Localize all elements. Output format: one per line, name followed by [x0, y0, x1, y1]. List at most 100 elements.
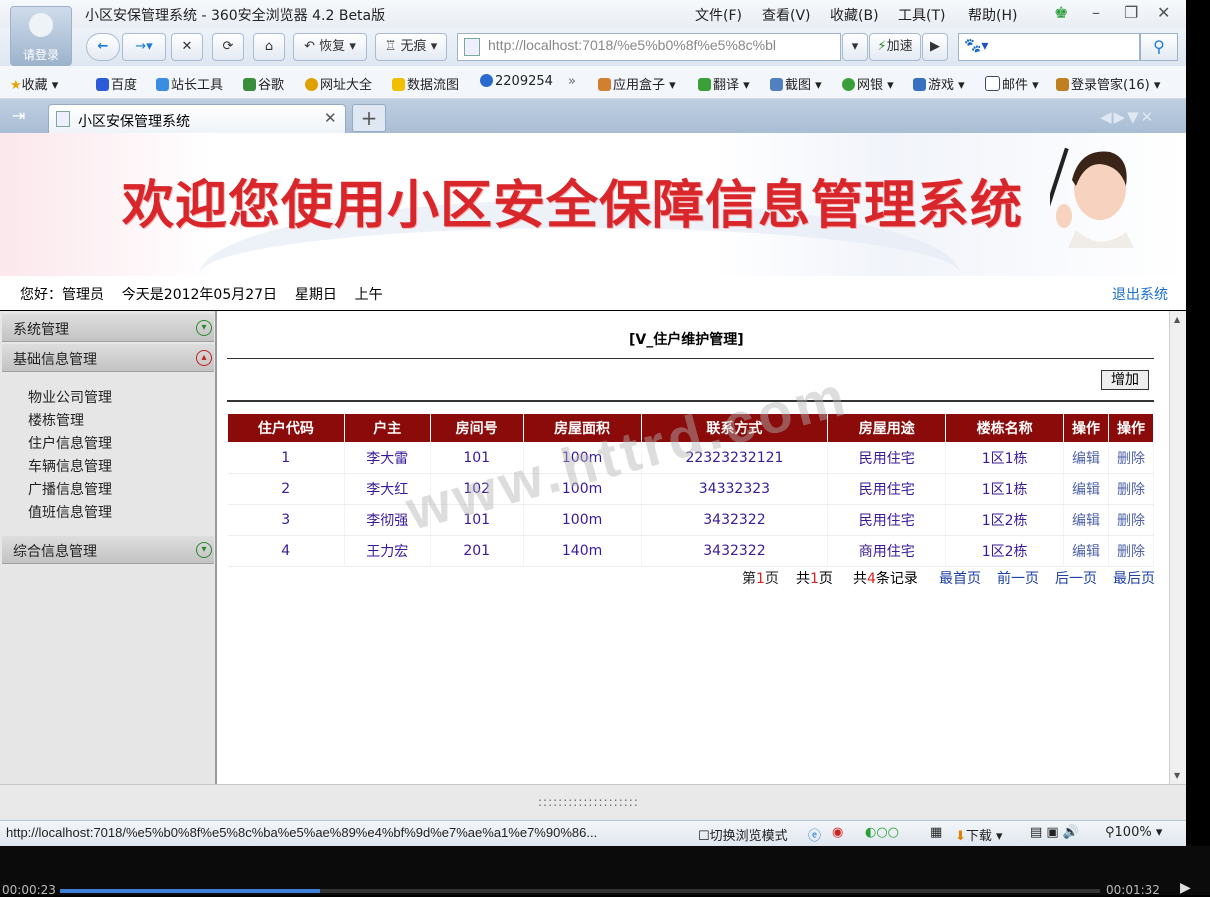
security-icon[interactable]: ◉	[832, 825, 843, 840]
bookmark-screenshot[interactable]: 截图 ▾	[770, 74, 822, 93]
table-cell: 1区2栋	[945, 504, 1065, 536]
restore-label: 恢复	[319, 39, 346, 54]
splitter-handle[interactable]: ::::::::::::::::::::	[538, 795, 639, 809]
bookmark-sites[interactable]: 网址大全	[305, 74, 372, 93]
edit-link[interactable]: 编辑	[1063, 473, 1109, 505]
next-icon[interactable]: ▶	[1180, 880, 1191, 896]
back-button[interactable]: ←	[86, 33, 120, 61]
add-button[interactable]: 增加	[1101, 370, 1149, 390]
scroll-down-icon[interactable]: ▼	[1174, 771, 1180, 780]
url-dropdown-icon[interactable]: ▾	[842, 33, 868, 61]
delete-link[interactable]: 删除	[1108, 473, 1154, 505]
bookmark-bank[interactable]: 网银 ▾	[842, 74, 894, 93]
table-row: 4 王力宏 201 140m 3432322 商用住宅 1区2栋 编辑 删除	[227, 535, 1154, 567]
menu-help[interactable]: 帮助(H)	[968, 5, 1017, 25]
bookmark-games[interactable]: 游戏 ▾	[913, 74, 965, 93]
column-header: 住户代码	[227, 413, 345, 443]
table-cell: 1区1栋	[945, 473, 1065, 505]
collapse-icon[interactable]: ▴	[196, 350, 212, 366]
login-label: 请登录	[22, 48, 59, 62]
new-tab-icon[interactable]: +	[352, 104, 386, 132]
logout-link[interactable]: 退出系统	[1112, 284, 1168, 304]
tools-icon[interactable]: ▦	[930, 825, 942, 840]
expand-icon[interactable]: ▾	[196, 542, 212, 558]
status-icons[interactable]: ▤ ▣ 🔊	[1030, 825, 1079, 840]
page-title: [V_住户维护管理]	[629, 332, 744, 348]
window-title: 小区安保管理系统 - 360安全浏览器 4.2 Beta版	[85, 8, 386, 24]
table-cell: 民用住宅	[827, 473, 947, 505]
bookmark-login-manager[interactable]: 登录管家(16) ▾	[1056, 74, 1160, 93]
go-icon[interactable]: ▶	[922, 33, 948, 61]
user-avatar-login[interactable]: 请登录	[10, 6, 72, 66]
bookmark-mail[interactable]: 邮件 ▾	[985, 74, 1039, 93]
edit-link[interactable]: 编辑	[1063, 504, 1109, 536]
forward-button[interactable]: →▾	[122, 33, 166, 61]
restore-button[interactable]: ↶ 恢复 ▾	[293, 33, 367, 61]
tab-close-icon[interactable]: ✕	[324, 109, 337, 127]
speed-icon[interactable]: ◐○○	[865, 825, 899, 840]
stop-icon[interactable]: ✕	[171, 33, 203, 61]
bookmark-appbox[interactable]: 应用盒子 ▾	[598, 74, 676, 93]
menu-favorites[interactable]: 收藏(B)	[830, 5, 879, 25]
sidebar-section-label: 基础信息管理	[13, 352, 97, 368]
expand-icon[interactable]: ▾	[196, 320, 212, 336]
bookmark-favorites[interactable]: ★收藏 ▾	[10, 74, 58, 93]
pager-last-link[interactable]: 最后页	[1113, 568, 1155, 588]
edit-link[interactable]: 编辑	[1063, 535, 1109, 567]
sidebar-item-resident[interactable]: 住户信息管理	[28, 433, 112, 453]
browse-mode-toggle[interactable]: ☐切换浏览模式	[698, 825, 788, 844]
skin-icon[interactable]: ♚	[1054, 3, 1068, 22]
bookmark-more-icon[interactable]: »	[568, 74, 576, 89]
search-icon[interactable]: ⚲	[1140, 33, 1178, 61]
status-url: http://localhost:7018/%e5%b0%8f%e5%8c%ba…	[6, 825, 598, 840]
pager-first-link[interactable]: 最首页	[939, 568, 981, 588]
notrace-button[interactable]: ♖ 无痕 ▾	[375, 33, 447, 61]
video-player-bar	[0, 846, 1210, 895]
pager-next-link[interactable]: 后一页	[1055, 568, 1097, 588]
zoom-control[interactable]: ⚲100% ▾	[1105, 825, 1162, 840]
maximize-icon[interactable]: ❐	[1124, 3, 1138, 22]
bookmark-google[interactable]: 谷歌	[243, 74, 284, 93]
vertical-scrollbar[interactable]: ▲ ▼	[1169, 311, 1187, 784]
pager-prev-link[interactable]: 前一页	[997, 568, 1039, 588]
bookmark-dataflow[interactable]: 数据流图	[392, 74, 459, 93]
bookmark-2209254[interactable]: 2209254	[480, 74, 553, 89]
table-cell: 民用住宅	[827, 442, 947, 474]
menu-view[interactable]: 查看(V)	[762, 5, 811, 25]
tab-nav-icons[interactable]: ◀▶▼✕	[1100, 108, 1155, 126]
download-button[interactable]: ⬇下载 ▾	[955, 825, 1003, 844]
tab-page-icon	[56, 111, 70, 127]
url-text: http://localhost:7018/%e5%b0%8f%e5%8c%bl	[488, 37, 776, 53]
tab-title: 小区安保管理系统	[78, 114, 190, 130]
sidebar-item-property-company[interactable]: 物业公司管理	[28, 387, 112, 407]
scroll-up-icon[interactable]: ▲	[1174, 315, 1180, 324]
bookmark-translate[interactable]: 翻译 ▾	[698, 74, 750, 93]
sidebar-toggle-icon[interactable]: ⇥	[12, 106, 25, 125]
table-cell: 4	[227, 535, 345, 567]
close-window-icon[interactable]: ✕	[1157, 3, 1170, 22]
home-icon[interactable]: ⌂	[253, 33, 285, 61]
table-row: 3 李彻强 101 100m 3432322 民用住宅 1区2栋 编辑 删除	[227, 504, 1154, 536]
sidebar-item-duty[interactable]: 值班信息管理	[28, 502, 112, 522]
ie-icon[interactable]: ⓔ	[808, 825, 821, 844]
menu-file[interactable]: 文件(F)	[695, 5, 742, 25]
delete-link[interactable]: 删除	[1108, 504, 1154, 536]
avatar-icon	[29, 13, 53, 37]
edit-link[interactable]: 编辑	[1063, 442, 1109, 474]
page-icon	[464, 38, 480, 56]
column-header: 楼栋名称	[945, 413, 1065, 443]
refresh-icon[interactable]: ⟳	[212, 33, 244, 61]
table-cell: 2	[227, 473, 345, 505]
delete-link[interactable]: 删除	[1108, 442, 1154, 474]
sidebar-item-broadcast[interactable]: 广播信息管理	[28, 479, 112, 499]
sidebar-item-vehicle[interactable]: 车辆信息管理	[28, 456, 112, 476]
bookmark-baidu[interactable]: 百度	[96, 74, 137, 93]
accelerate-button[interactable]: ⚡加速	[869, 33, 921, 61]
delete-link[interactable]: 删除	[1108, 535, 1154, 567]
sidebar-item-building[interactable]: 楼栋管理	[28, 410, 84, 430]
menu-tools[interactable]: 工具(T)	[898, 5, 945, 25]
minimize-icon[interactable]: –	[1092, 3, 1100, 22]
table-cell: 3	[227, 504, 345, 536]
search-engine-icon[interactable]: 🐾▾	[964, 38, 988, 54]
bookmark-webmaster[interactable]: 站长工具	[156, 74, 223, 93]
